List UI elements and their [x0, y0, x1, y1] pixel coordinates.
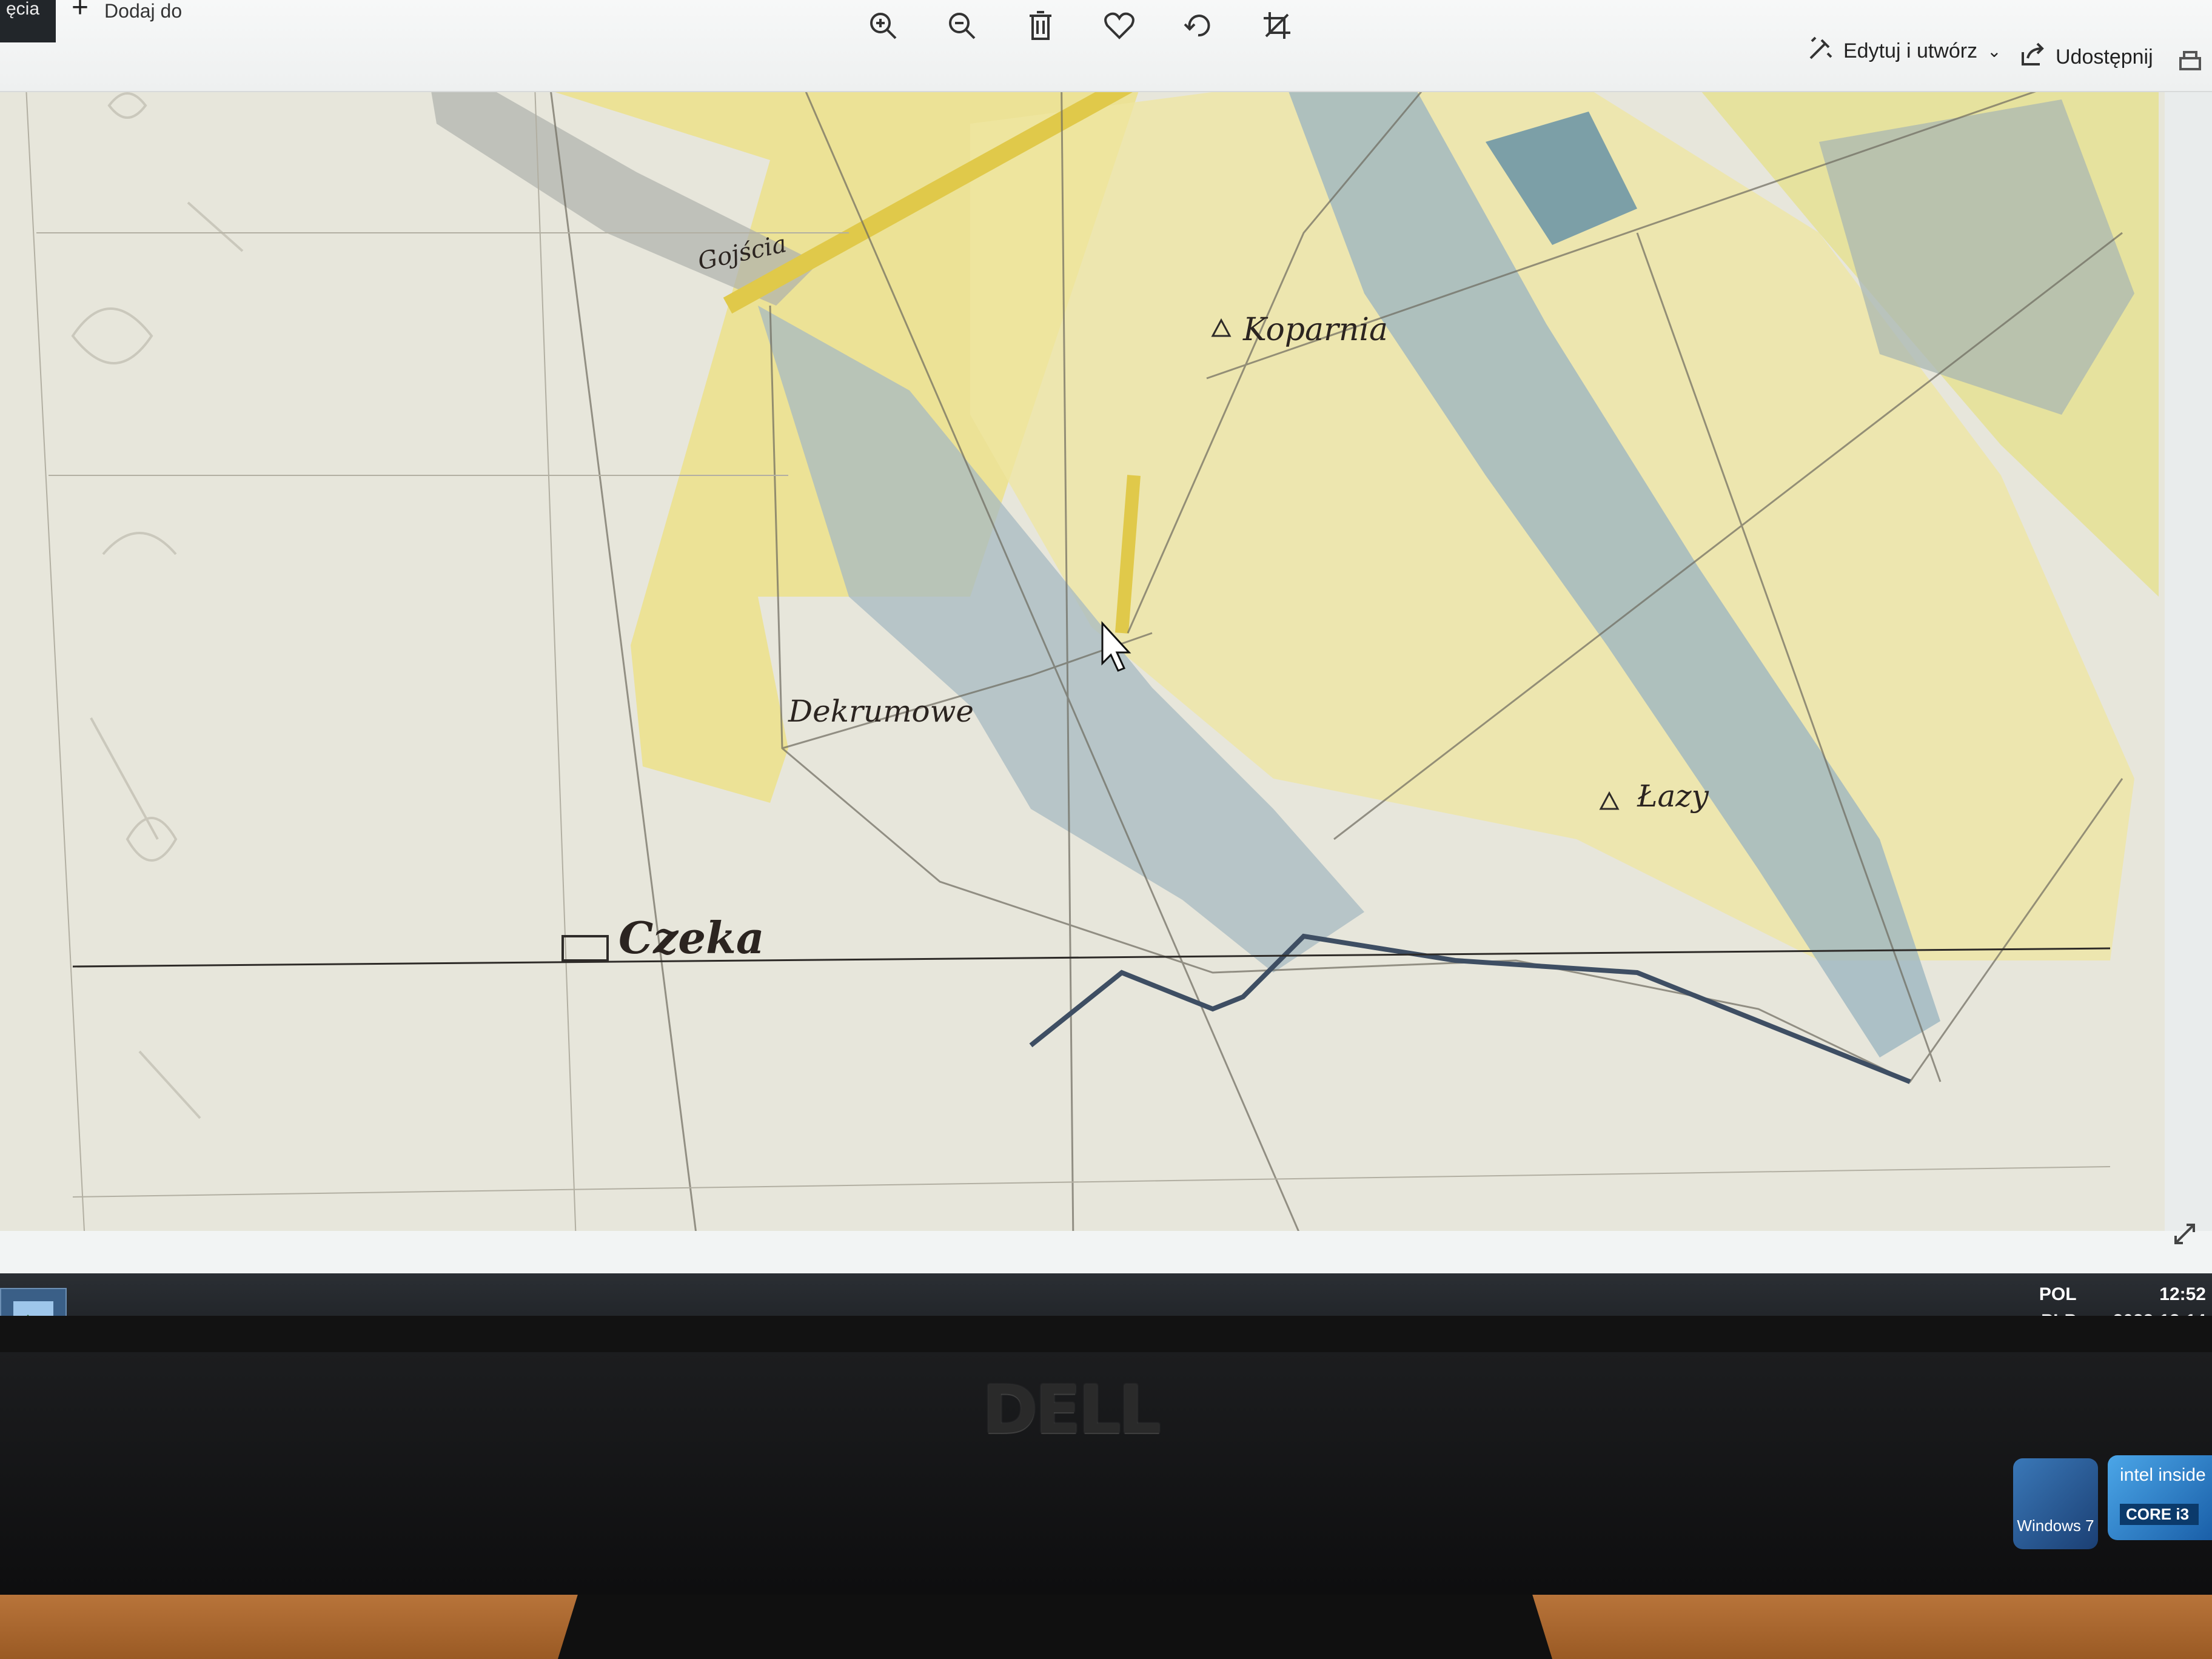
intel-core-label: CORE i3 [2120, 1504, 2199, 1525]
clock-date[interactable]: 2023-12-14 [2113, 1311, 2206, 1316]
edit-create-label: Edytuj i utwórz [1843, 39, 1978, 62]
plus-icon: + [72, 0, 89, 24]
map-label-czeka: Czeka [618, 912, 765, 964]
crop-icon[interactable] [1258, 6, 1296, 45]
map-label-lazy: Łazy [1637, 779, 1709, 814]
photo-viewer-toolbar: ęcia + Dodaj do Edytuj i utwórz ⌄ Udostę… [0, 0, 2212, 92]
system-tray[interactable]: POL 12:52 PLP 2023-12-14 [2039, 1284, 2206, 1316]
map-label-dekrumowe: Dekrumowe [788, 694, 974, 729]
taskbar: POL 12:52 PLP 2023-12-14 [0, 1273, 2212, 1316]
print-icon[interactable] [2171, 42, 2210, 81]
map-drawing [0, 51, 2165, 1243]
dell-logo: DELL [982, 1371, 1161, 1449]
zoom-in-icon[interactable] [863, 6, 902, 45]
keyboard-layout[interactable]: PLP [2039, 1311, 2076, 1316]
delete-icon[interactable] [1021, 6, 1060, 45]
window-tab-label: ęcia [6, 0, 40, 19]
favorite-icon[interactable] [1100, 6, 1139, 45]
fullscreen-icon[interactable] [2170, 1219, 2200, 1249]
intel-core-sticker: intel inside CORE i3 [2108, 1455, 2212, 1540]
monitor-stand [558, 1595, 1552, 1659]
map-image: Czeka Koparnia Łazy Dekrumowe Gojścia [0, 51, 2165, 1243]
add-to-label: Dodaj do [104, 0, 183, 22]
chevron-down-icon: ⌄ [1987, 41, 2002, 61]
share-label: Udostępnij [2056, 45, 2153, 69]
share-button[interactable]: Udostępnij [2019, 41, 2153, 73]
add-to-button[interactable]: + Dodaj do [72, 0, 182, 24]
share-icon [2019, 41, 2046, 73]
zoom-out-icon[interactable] [942, 6, 981, 45]
screen: Czeka Koparnia Łazy Dekrumowe Gojścia ęc… [0, 0, 2212, 1316]
edit-icon [1807, 35, 1834, 67]
photos-taskbar-icon[interactable] [0, 1288, 67, 1316]
windows-sticker-label: Windows 7 [2017, 1517, 2094, 1535]
intel-sticker-label: intel inside [2120, 1465, 2206, 1485]
language-indicator[interactable]: POL [2039, 1284, 2077, 1305]
windows-7-sticker: Windows 7 [2013, 1458, 2098, 1549]
clock-time[interactable]: 12:52 [2113, 1284, 2206, 1305]
rotate-icon[interactable] [1179, 6, 1218, 45]
window-tab[interactable]: ęcia [0, 0, 56, 42]
edit-create-button[interactable]: Edytuj i utwórz ⌄ [1807, 35, 2002, 67]
map-label-koparnia: Koparnia [1243, 312, 1389, 348]
